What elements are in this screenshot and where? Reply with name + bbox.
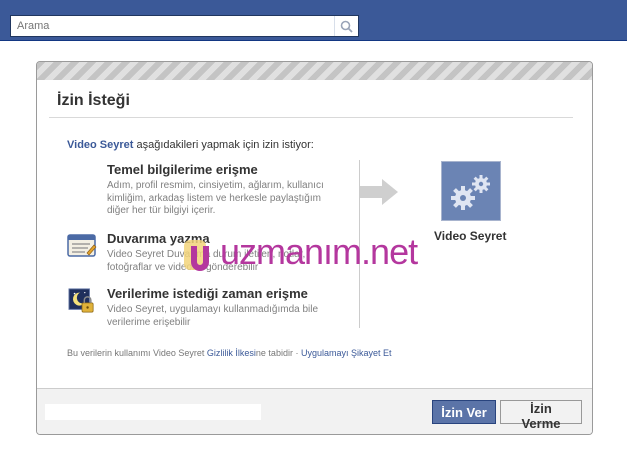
footer-text: Bu verilerin kullanımı Video Seyret Gizl… <box>67 348 392 358</box>
permission-description: Adım, profil resmim, cinsiyetim, ağlarım… <box>107 180 324 216</box>
permission-title: Temel bilgilerime erişme <box>107 162 258 177</box>
footer-middle: ne tabidir · <box>255 348 301 358</box>
night-lock-icon <box>68 288 94 313</box>
arrow-right-icon <box>360 179 398 205</box>
dialog-button-bar: İzin Ver İzin Verme <box>37 388 592 434</box>
watermark-text: uzmanım.net <box>220 231 418 272</box>
app-icon <box>441 161 501 221</box>
footer-prefix: Bu verilerin kullanımı Video Seyret <box>67 348 207 358</box>
intro-text: Video Seyret aşağıdakileri yapmak için i… <box>67 139 314 151</box>
permission-description: Video Seyret, uygulamayı kullanmadığımda… <box>107 304 319 328</box>
permission-title: Verilerime istediği zaman erişme <box>107 286 308 301</box>
search-box[interactable] <box>10 15 359 37</box>
search-button[interactable] <box>334 16 358 36</box>
wall-post-icon <box>67 234 97 257</box>
privacy-policy-link[interactable]: Gizlilik İlkesi <box>207 348 256 358</box>
permission-offline-access: Verilerime istediği zaman erişme Video S… <box>67 286 347 336</box>
intro-message: aşağıdakileri yapmak için izin istiyor: <box>133 139 314 151</box>
title-divider <box>49 117 573 118</box>
dialog-stripe-header <box>37 62 592 80</box>
permission-basic-info: Temel bilgilerime erişme Adım, profil re… <box>67 162 347 222</box>
dialog-title: İzin İsteği <box>57 92 130 109</box>
allow-button[interactable]: İzin Ver <box>432 400 496 424</box>
report-app-link[interactable]: Uygulamayı Şikayet Et <box>301 348 392 358</box>
blank-field <box>45 404 261 420</box>
permission-dialog: İzin İsteği Video Seyret aşağıdakileri y… <box>36 61 593 435</box>
deny-button[interactable]: İzin Verme <box>500 400 582 431</box>
watermark: uzmanım.net <box>182 230 452 274</box>
app-link[interactable]: Video Seyret <box>67 139 133 151</box>
search-input[interactable] <box>11 16 336 36</box>
person-icon <box>67 164 97 190</box>
gears-icon <box>451 175 490 210</box>
watermark-logo-icon <box>184 240 209 271</box>
top-bar <box>0 0 627 41</box>
search-icon <box>340 20 353 33</box>
